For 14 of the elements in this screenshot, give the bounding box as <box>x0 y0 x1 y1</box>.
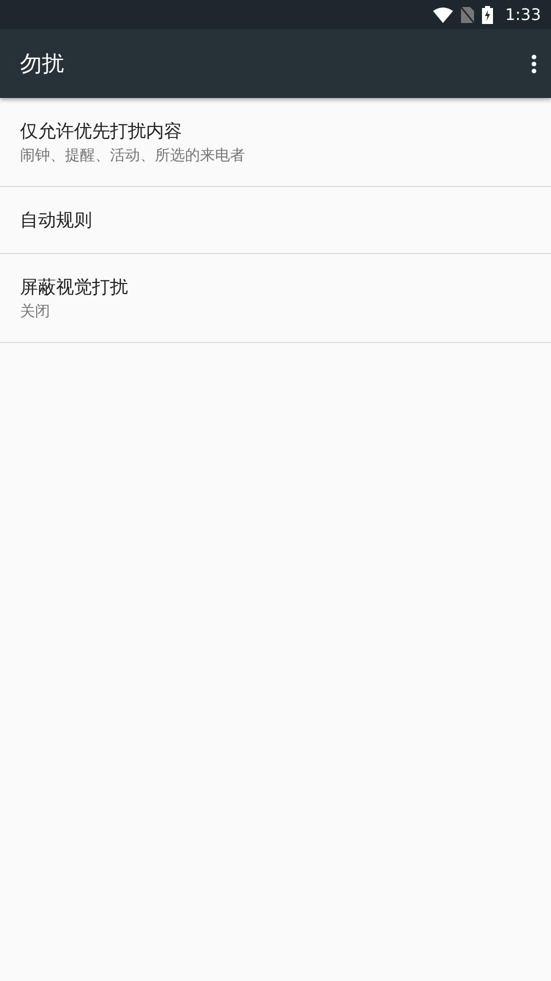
settings-item[interactable]: 自动规则 <box>0 187 551 254</box>
battery-charging-icon <box>482 6 494 24</box>
more-options-icon[interactable] <box>531 54 537 74</box>
setting-title: 自动规则 <box>20 209 93 232</box>
setting-title: 仅允许优先打扰内容 <box>20 120 183 143</box>
no-sim-icon <box>461 6 474 22</box>
wifi-icon <box>433 6 454 22</box>
settings-item[interactable]: 仅允许优先打扰内容 闹钟、提醒、活动、所选的来电者 <box>0 98 551 187</box>
settings-item[interactable]: 屏蔽视觉打扰 关闭 <box>0 254 551 343</box>
setting-summary: 关闭 <box>20 302 51 321</box>
status-time: 1:33 <box>505 5 541 24</box>
app-bar-title: 勿扰 <box>20 50 64 78</box>
setting-title: 屏蔽视觉打扰 <box>20 276 129 299</box>
setting-summary: 闹钟、提醒、活动、所选的来电者 <box>20 146 246 165</box>
